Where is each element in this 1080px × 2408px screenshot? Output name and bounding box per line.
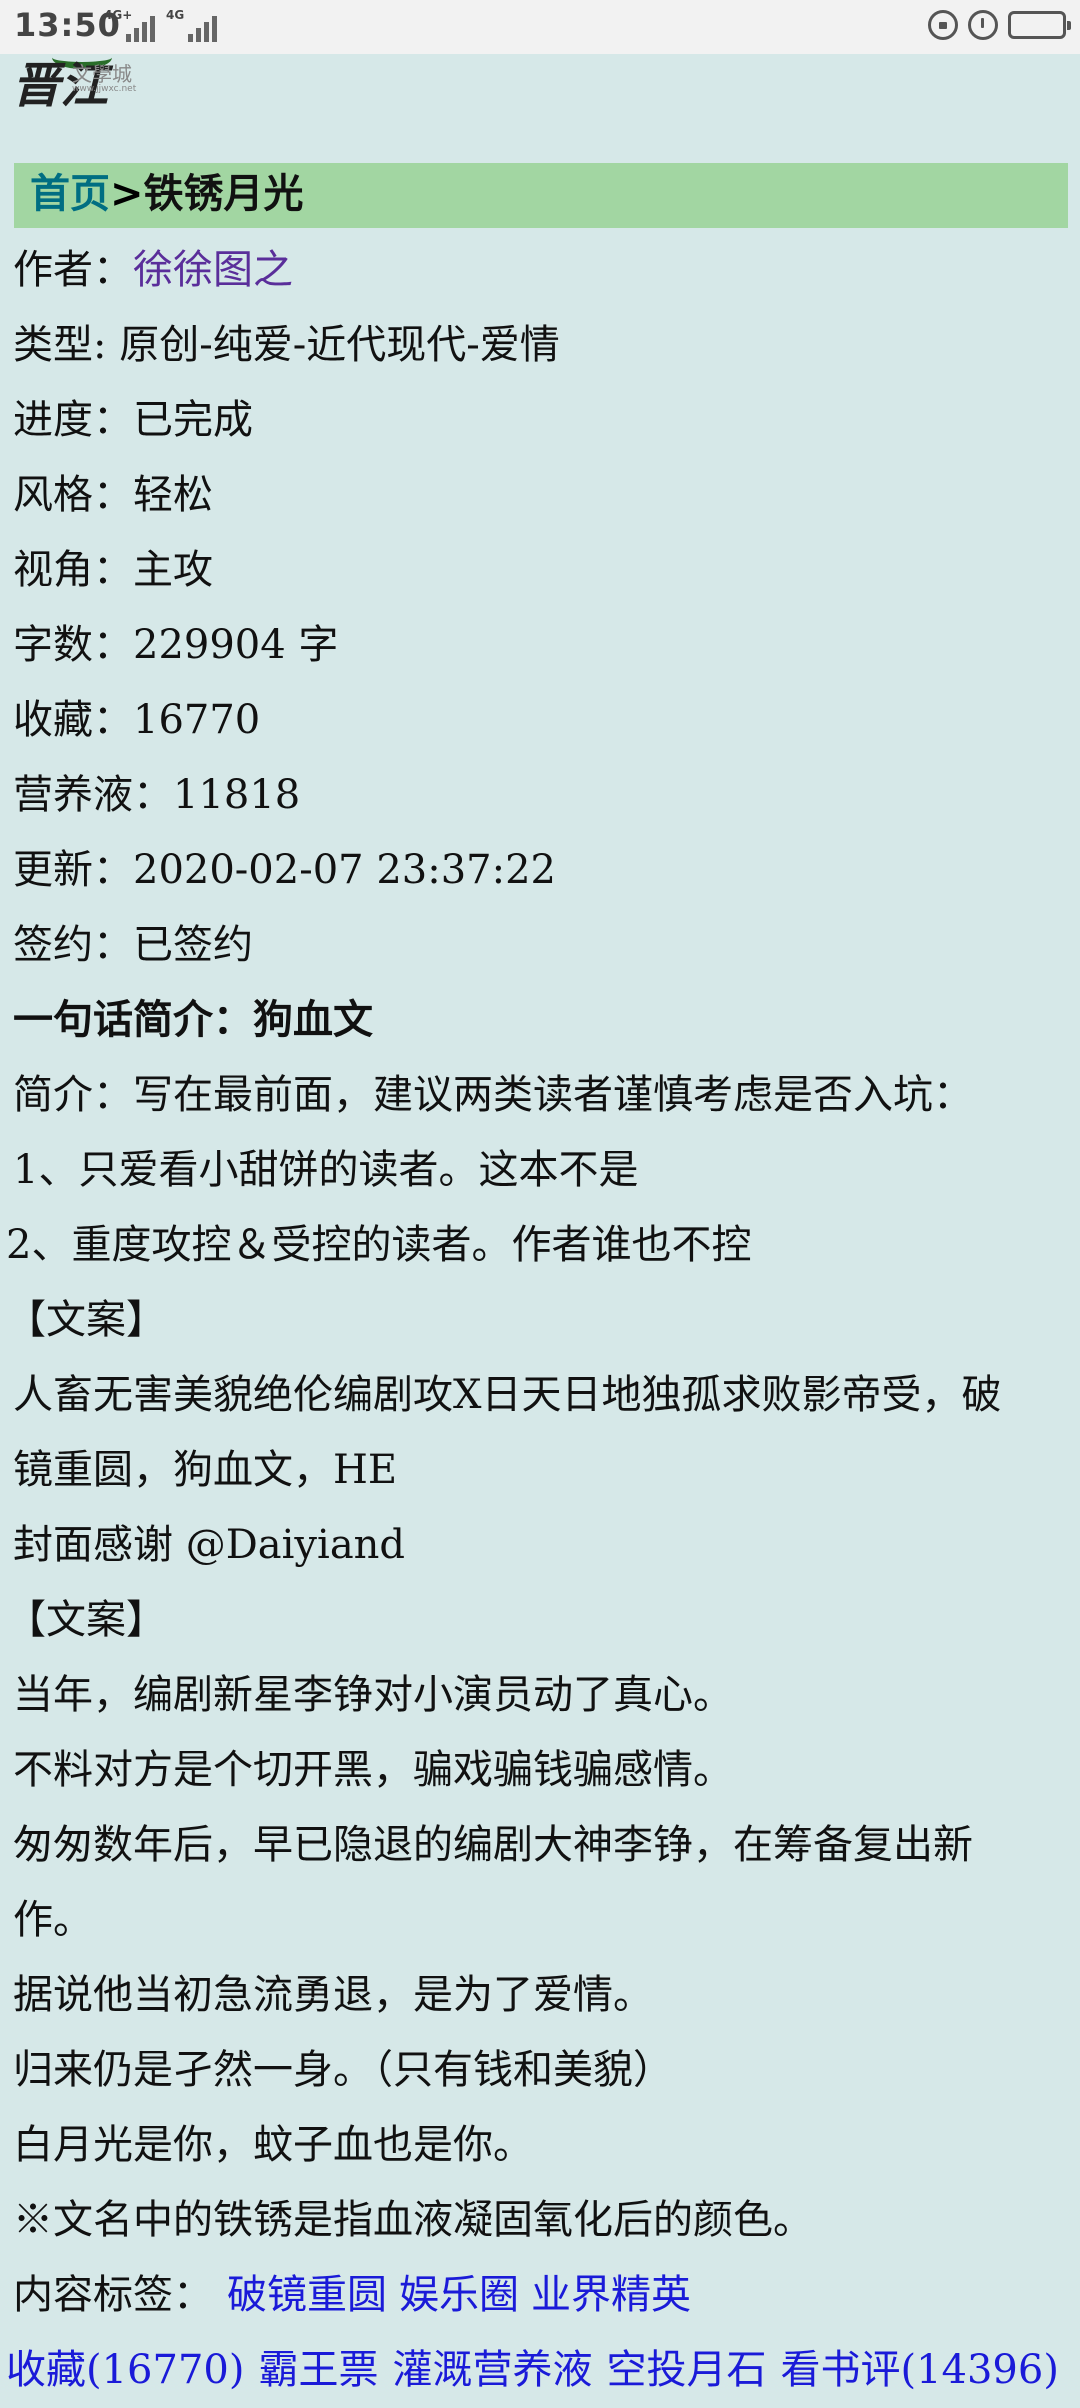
progress-row: 进度：已完成 — [13, 397, 253, 443]
intro-line: 归来仍是孑然一身。（只有钱和美貌） — [13, 2047, 673, 2093]
tag-link[interactable]: 破镜重圆 — [227, 2272, 387, 2318]
word-count-row: 字数：229904 字 — [13, 622, 339, 668]
author-row: 作者：徐徐图之 — [0, 233, 1080, 308]
reviews-link[interactable]: 看书评(14396) — [780, 2347, 1058, 2393]
nutrient-link[interactable]: 灌溉营养液 — [392, 2347, 592, 2393]
nutrient-row: 营养液：11818 — [13, 772, 301, 818]
intro-line: 【文案】 — [6, 1297, 166, 1343]
moonstone-link[interactable]: 空投月石 — [606, 2347, 766, 2393]
intro-line: ※文名中的铁锈是指血液凝固氧化后的颜色。 — [13, 2197, 813, 2243]
tags-row: 内容标签： 破镜重圆 娱乐圈 业界精英 — [0, 2258, 1080, 2333]
alarm-icon — [968, 10, 998, 40]
site-logo[interactable]: 晋江 文學城 www.jjwxc.net — [12, 54, 152, 120]
tag-link[interactable]: 娱乐圈 — [399, 2272, 519, 2318]
intro-line: 2、重度攻控＆受控的读者。作者谁也不控 — [6, 1222, 752, 1268]
signal-4g-icon: 4G — [166, 8, 232, 42]
favorite-link[interactable]: 收藏(16770) — [6, 2347, 244, 2393]
perspective-row: 视角：主攻 — [13, 547, 213, 593]
type-row: 类型: 原创-纯爱-近代现代-爱情 — [13, 322, 560, 368]
intro-line: 封面感谢 @Daiyiand — [13, 1522, 406, 1568]
tags-label: 内容标签： — [13, 2272, 213, 2318]
intro-line: 作。 — [13, 1897, 93, 1943]
signal-4g-plus-icon: 4G+ — [104, 8, 170, 42]
tag-link[interactable]: 业界精英 — [531, 2272, 691, 2318]
one-liner-row: 一句话简介：狗血文 — [13, 997, 373, 1043]
breadcrumb: 首页>铁锈月光 — [14, 163, 1068, 228]
logo-site-name: 文學城 — [72, 62, 132, 86]
overlord-ticket-link[interactable]: 霸王票 — [258, 2347, 378, 2393]
breadcrumb-title: 铁锈月光 — [143, 171, 304, 217]
contract-row: 签约：已签约 — [13, 922, 253, 968]
intro-line: 白月光是你，蚊子血也是你。 — [13, 2122, 533, 2168]
actions-row: 收藏(16770) 霸王票 灌溉营养液 空投月石 看书评(14396) — [0, 2333, 1080, 2408]
status-bar: 13:50 4G+ 4G — [0, 0, 1080, 54]
intro-line: 匆匆数年后，早已隐退的编剧大神李铮，在筹备复出新 — [13, 1822, 973, 1868]
breadcrumb-separator: > — [110, 171, 144, 217]
intro-line: 简介：写在最前面，建议两类读者谨慎考虑是否入坑： — [13, 1072, 973, 1118]
intro-line: 【文案】 — [6, 1597, 166, 1643]
intro-line: 不料对方是个切开黑，骗戏骗钱骗感情。 — [13, 1747, 733, 1793]
style-row: 风格：轻松 — [13, 472, 213, 518]
favorites-row: 收藏：16770 — [13, 697, 261, 743]
author-label: 作者： — [13, 247, 133, 293]
novel-info: 作者：徐徐图之 类型: 原创-纯爱-近代现代-爱情 进度：已完成 风格：轻松 视… — [0, 233, 1080, 2408]
intro-line: 当年，编剧新星李铮对小演员动了真心。 — [13, 1672, 733, 1718]
intro-line: 人畜无害美貌绝伦编剧攻X日天日地独孤求败影帝受，破 — [13, 1372, 1002, 1418]
logo-site-url: www.jjwxc.net — [72, 84, 137, 94]
lock-rotation-icon — [928, 10, 958, 40]
updated-row: 更新：2020-02-07 23:37:22 — [13, 847, 556, 893]
intro-line: 1、只爱看小甜饼的读者。这本不是 — [13, 1147, 639, 1193]
battery-icon — [1008, 11, 1071, 39]
breadcrumb-home-link[interactable]: 首页 — [30, 171, 110, 217]
intro-line: 据说他当初急流勇退，是为了爱情。 — [13, 1972, 653, 2018]
author-link[interactable]: 徐徐图之 — [133, 247, 293, 293]
intro-line: 镜重圆，狗血文，HE — [13, 1447, 398, 1493]
